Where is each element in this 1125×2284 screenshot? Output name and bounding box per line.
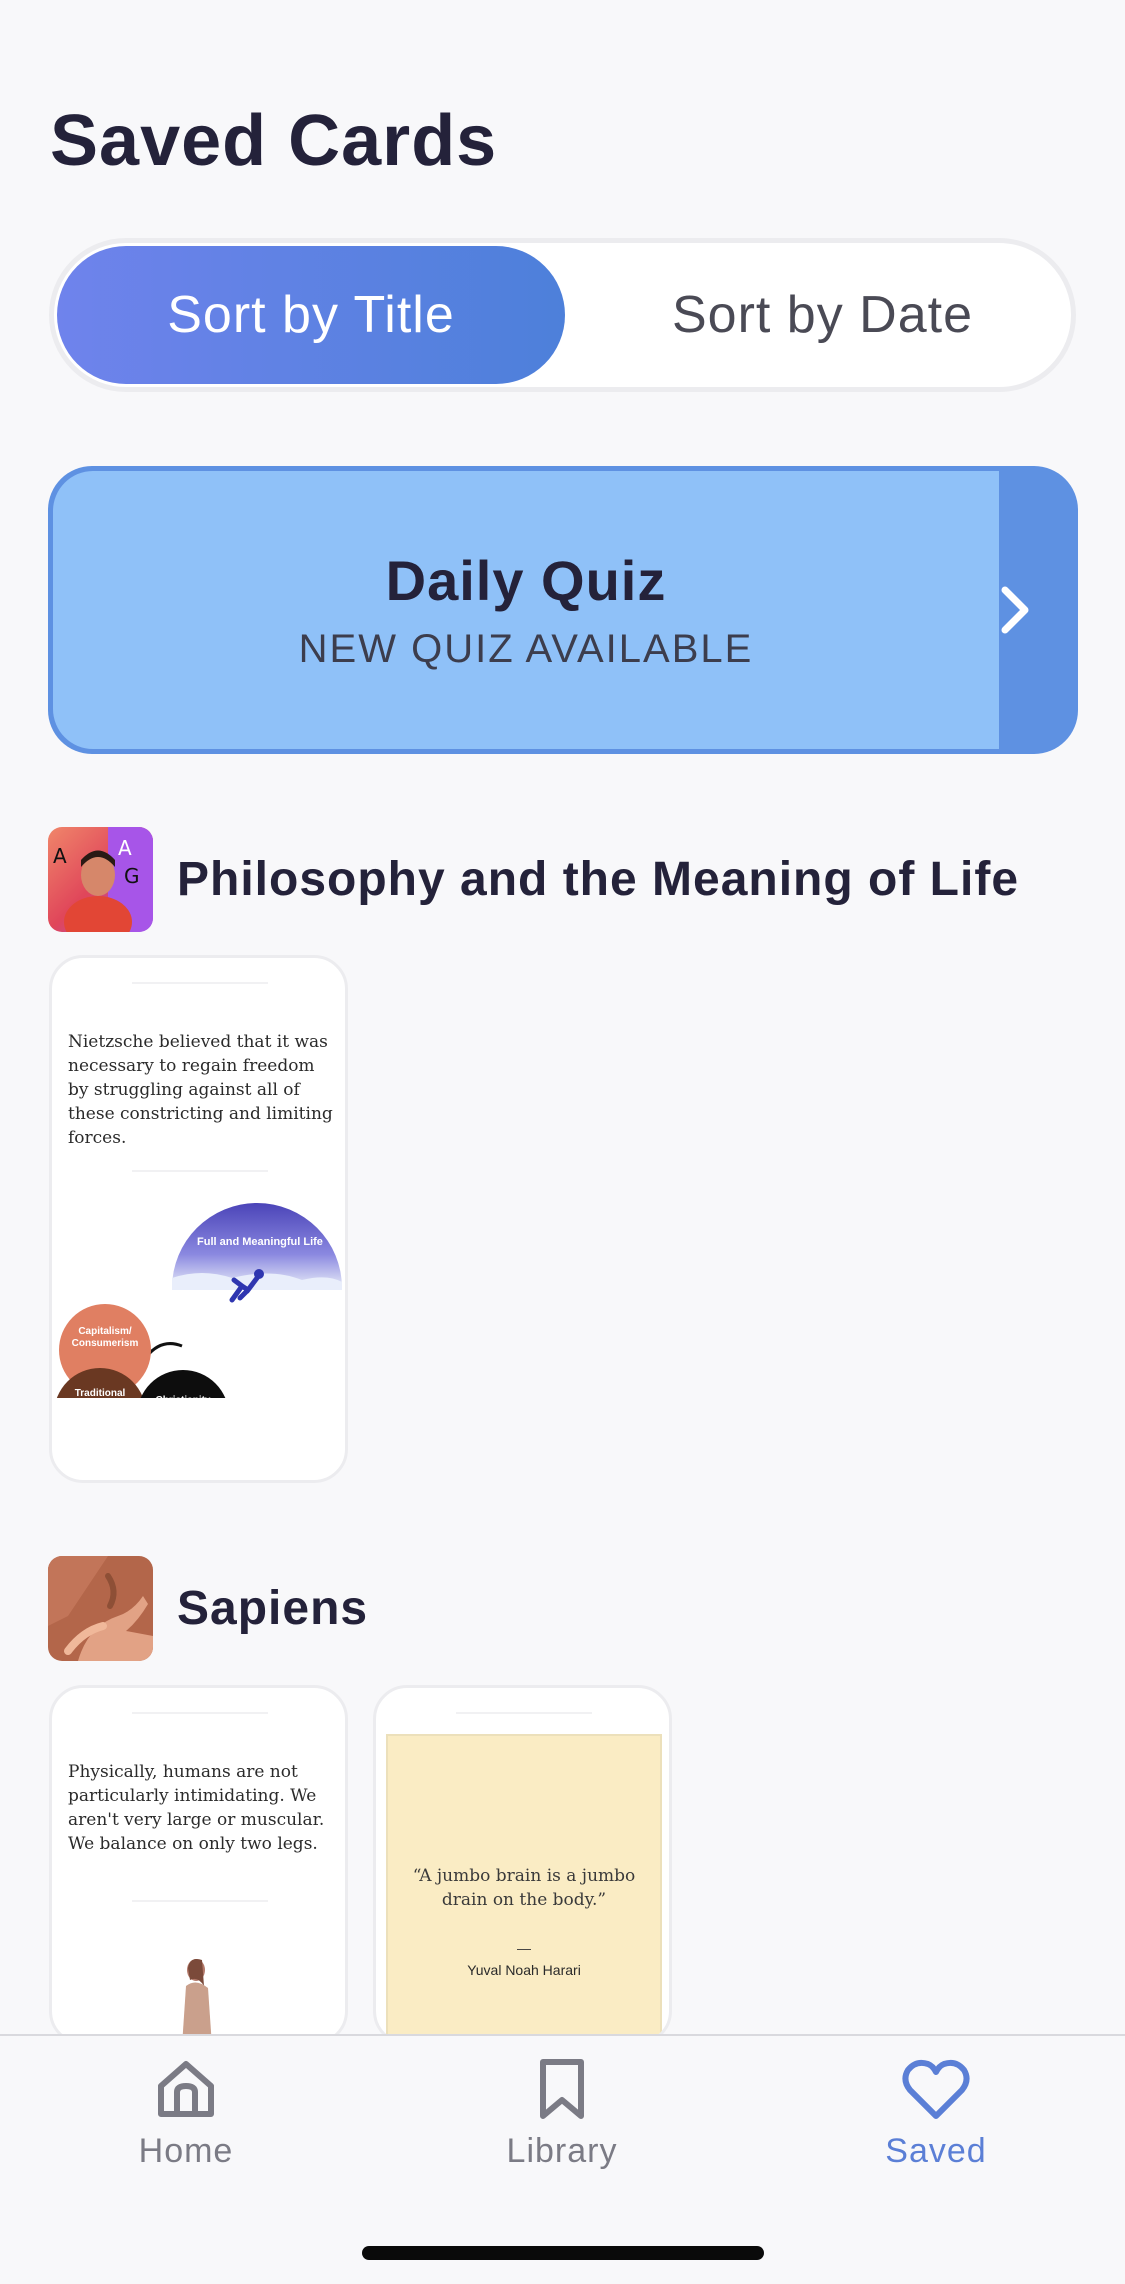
- card-divider: [132, 1900, 268, 1902]
- card-divider: [132, 1712, 268, 1714]
- card-text: Physically, humans are not particularly …: [68, 1762, 325, 1854]
- tab-saved[interactable]: Saved: [836, 2056, 1036, 2171]
- saved-card[interactable]: “A jumbo brain is a jumbo drain on the b…: [373, 1685, 672, 2045]
- section-title: Philosophy and the Meaning of Life: [177, 853, 1020, 906]
- daily-quiz-title: Daily Quiz: [385, 549, 667, 612]
- saved-card[interactable]: Nietzsche believed that it was necessary…: [49, 955, 348, 1483]
- book-cover-philosophy: A A G: [48, 827, 153, 932]
- goal-label: Full and Meaningful Life: [197, 1236, 323, 1248]
- ball-label-education: Traditional Education: [74, 1388, 126, 1411]
- card-divider: [132, 1170, 268, 1172]
- quote-text: “A jumbo brain is a jumbo drain on the b…: [412, 1866, 636, 1910]
- ball-label-capitalism: Capitalism/ Consumerism: [71, 1326, 139, 1349]
- quote-dash: —: [517, 1940, 531, 1956]
- section-title: Sapiens: [177, 1582, 369, 1635]
- tab-home[interactable]: Home: [86, 2056, 286, 2171]
- section-header-sapiens[interactable]: Sapiens: [48, 1556, 368, 1661]
- saved-card[interactable]: Physically, humans are not particularly …: [49, 1685, 348, 2045]
- card-text: Nietzsche believed that it was necessary…: [68, 1032, 333, 1148]
- nietzsche-illustration: [56, 1203, 342, 1398]
- home-indicator: [362, 2246, 764, 2260]
- tab-label-home: Home: [138, 2132, 234, 2170]
- daily-quiz-content: Daily Quiz NEW QUIZ AVAILABLE: [53, 471, 999, 749]
- svg-text:A: A: [118, 836, 132, 860]
- daily-quiz-subtitle: NEW QUIZ AVAILABLE: [298, 627, 754, 671]
- sort-by-title-button[interactable]: Sort by Title: [57, 246, 565, 384]
- tab-library[interactable]: Library: [462, 2056, 662, 2171]
- quote-author: Yuval Noah Harari: [467, 1962, 581, 1978]
- svg-text:A: A: [53, 844, 67, 868]
- quote-panel: “A jumbo brain is a jumbo drain on the b…: [386, 1734, 662, 2042]
- sort-by-date-button[interactable]: Sort by Date: [574, 246, 1071, 384]
- sort-segmented-control: Sort by Title Sort by Date: [49, 238, 1076, 392]
- daily-quiz-card[interactable]: Daily Quiz NEW QUIZ AVAILABLE: [48, 466, 1078, 754]
- book-cover-sapiens: [48, 1556, 153, 1661]
- tab-label-saved: Saved: [885, 2132, 987, 2170]
- home-icon: [158, 2061, 214, 2117]
- ball-label-christianity: Christianity: [155, 1395, 211, 1406]
- tab-label-library: Library: [506, 2132, 618, 2170]
- svg-text:G: G: [124, 864, 140, 888]
- page-title: Saved Cards: [50, 101, 498, 181]
- heart-icon: [902, 2059, 970, 2119]
- card-divider: [456, 1712, 592, 1714]
- card-divider: [132, 982, 268, 984]
- section-header-philosophy[interactable]: A A G Philosophy and the Meaning of Life: [48, 827, 1019, 932]
- bookmark-icon: [540, 2059, 584, 2119]
- human-figure-illustration: [182, 1959, 212, 2042]
- chevron-right-icon[interactable]: [951, 466, 1078, 754]
